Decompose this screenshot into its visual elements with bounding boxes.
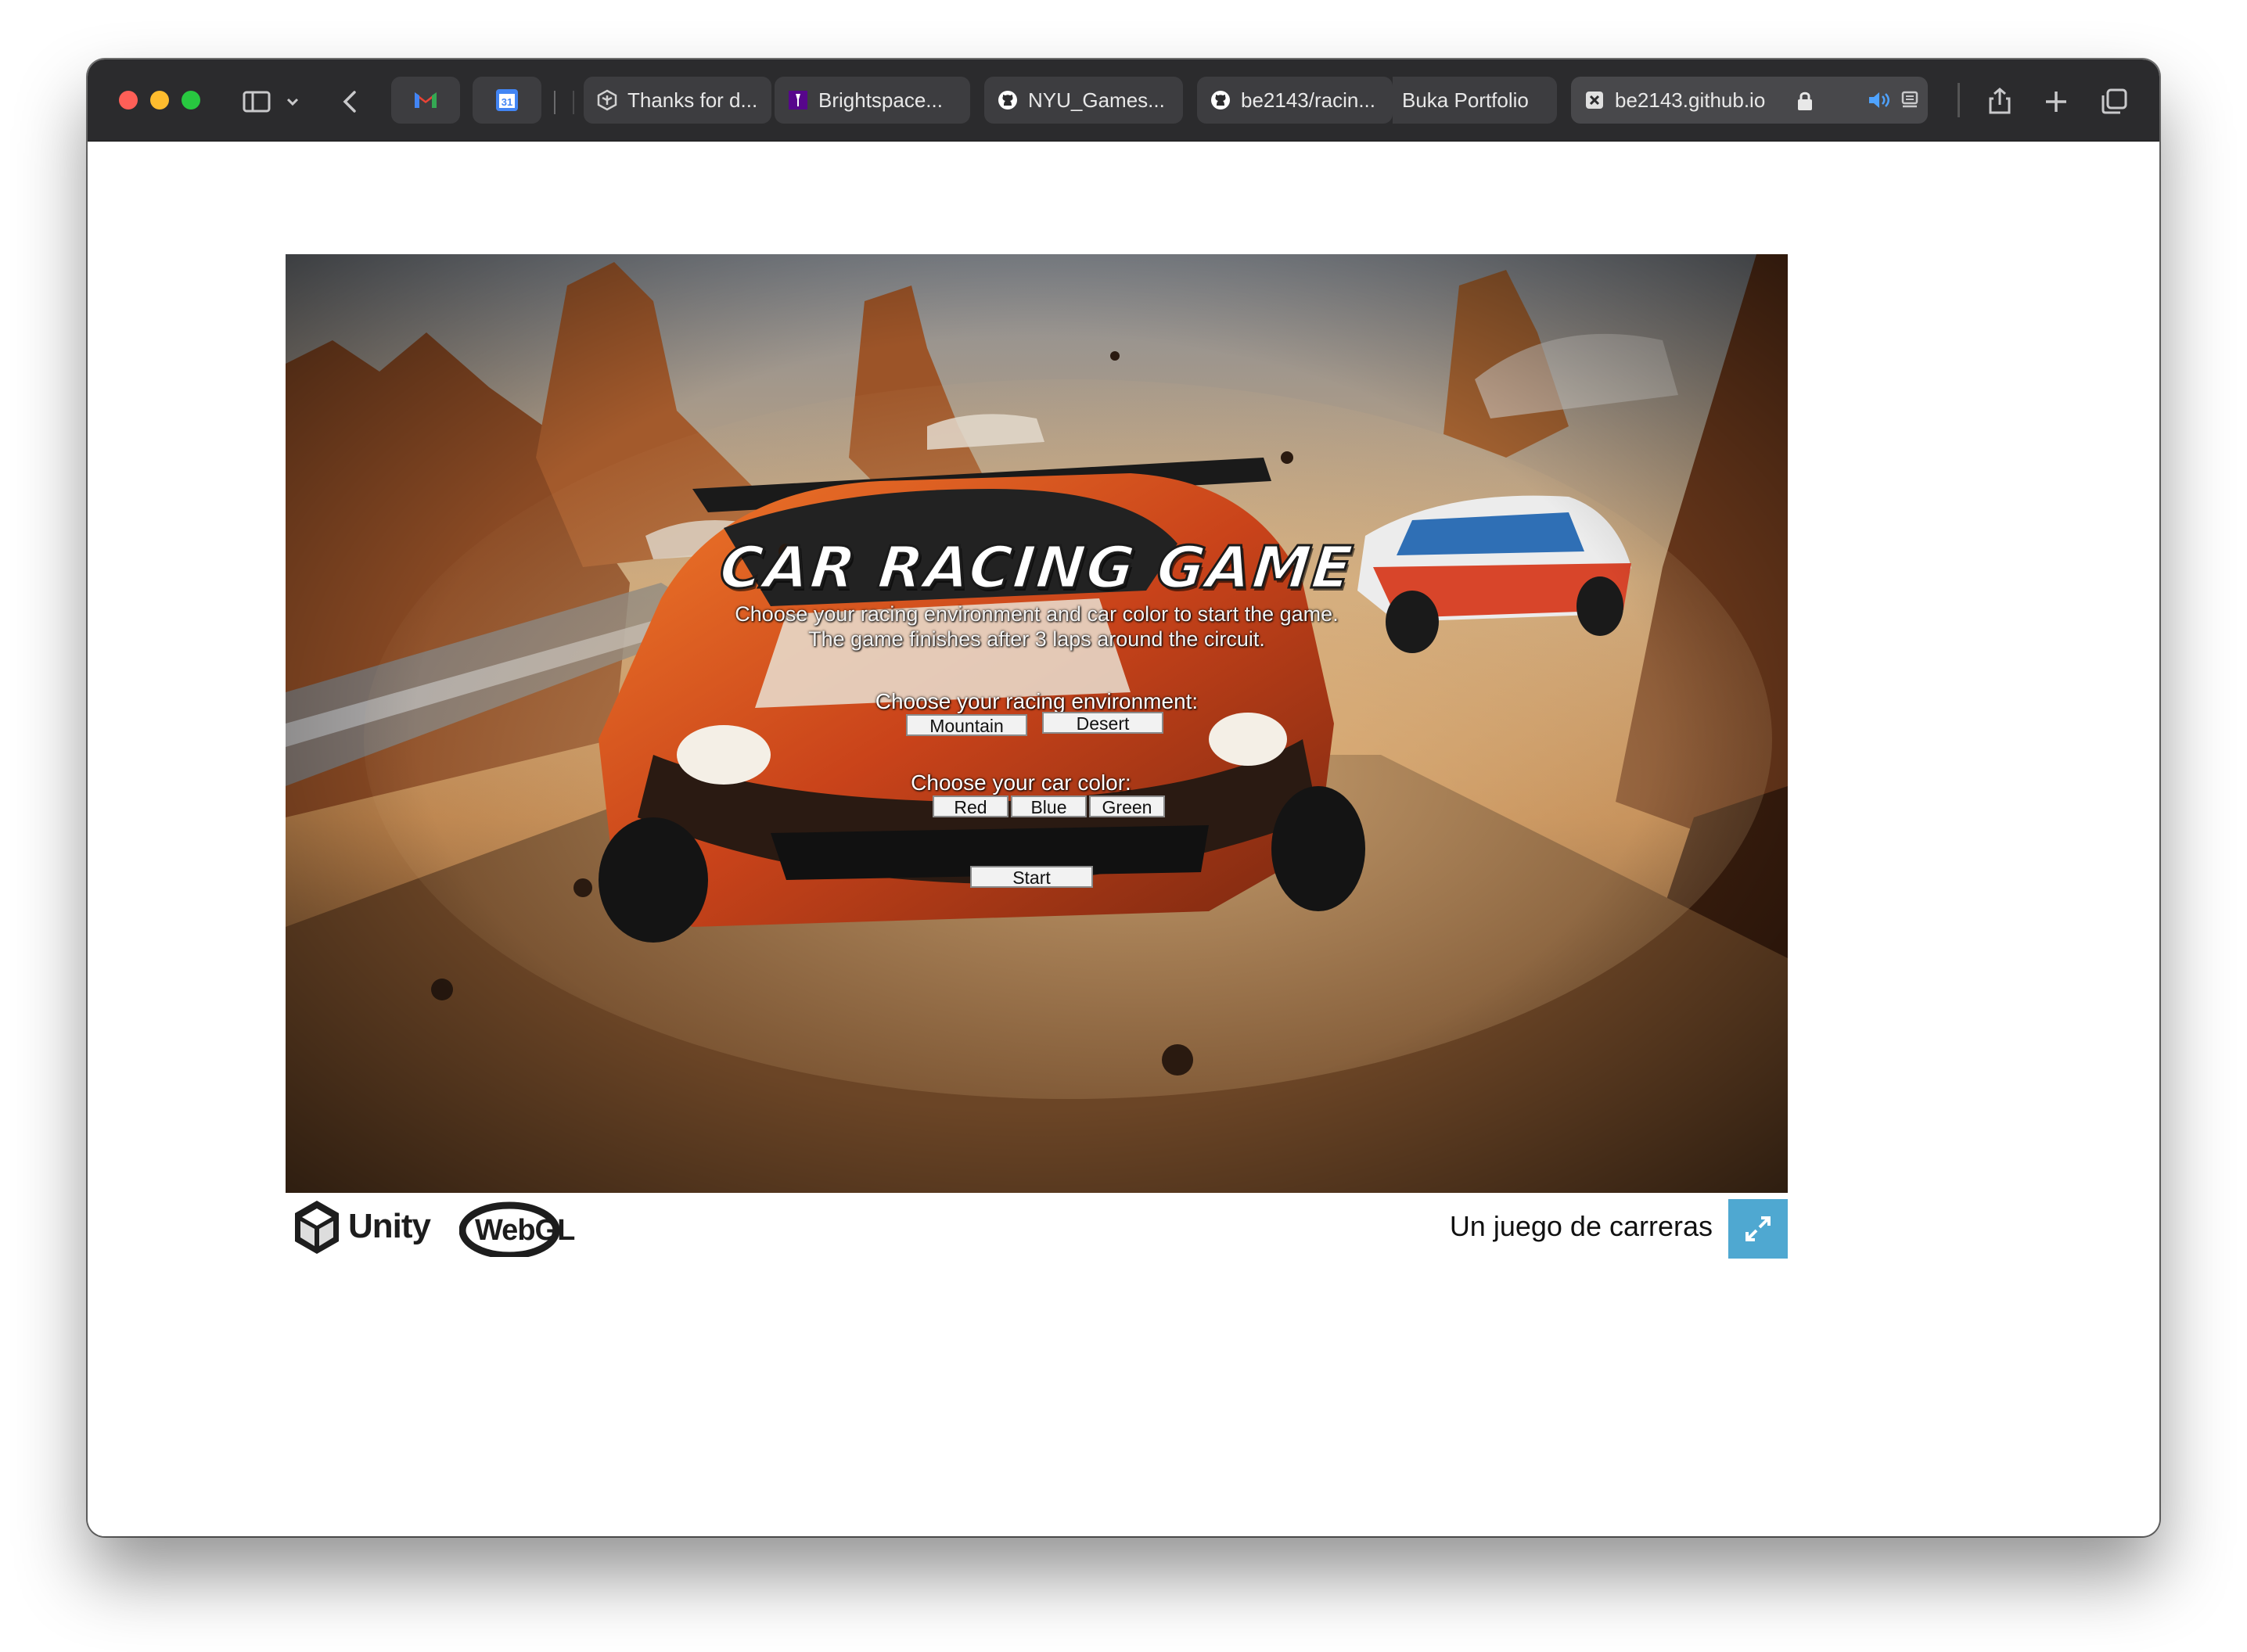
- toolbar-separator: [1958, 83, 1960, 117]
- start-button[interactable]: Start: [970, 866, 1093, 888]
- svg-text:31: 31: [502, 96, 512, 108]
- webgl-logo-icon: WebGL: [459, 1201, 576, 1257]
- red-color-button[interactable]: Red: [933, 795, 1008, 817]
- minimize-window-button[interactable]: [150, 91, 169, 110]
- game-title: CAR RACING GAME: [716, 533, 1358, 603]
- color-label: Choose your car color:: [911, 770, 1131, 795]
- tab-be2143-github-io[interactable]: be2143.github.io: [1571, 77, 1928, 124]
- github-icon: [998, 91, 1017, 110]
- fullscreen-button[interactable]: [1728, 1199, 1788, 1259]
- unity-icon: [597, 89, 617, 111]
- unity-logo-icon: [295, 1201, 339, 1254]
- sidebar-toggle-icon[interactable]: [241, 86, 272, 117]
- close-window-button[interactable]: [119, 91, 138, 110]
- tab-label: Buka Portfolio: [1402, 88, 1529, 112]
- gmail-icon: [415, 92, 437, 108]
- calendar-icon: 31: [496, 89, 518, 111]
- blue-color-button[interactable]: Blue: [1011, 795, 1087, 817]
- tab-label: Brightspace...: [818, 88, 943, 112]
- github-icon: [1211, 91, 1230, 110]
- tab-nyu-games[interactable]: NYU_Games...: [984, 77, 1183, 124]
- unity-game-canvas[interactable]: CAR RACING GAME Choose your racing envir…: [286, 254, 1788, 1193]
- pinned-tab-calendar[interactable]: 31: [473, 77, 541, 124]
- tab-label: be2143/racin...: [1241, 88, 1376, 112]
- main-menu: CAR RACING GAME Choose your racing envir…: [286, 254, 1788, 1193]
- expand-icon: [1745, 1216, 1771, 1241]
- tab-brightspace[interactable]: Brightspace...: [775, 77, 970, 124]
- tab-label: NYU_Games...: [1028, 88, 1165, 112]
- unity-wordmark: Unity: [348, 1207, 431, 1245]
- webpage-icon: [1586, 92, 1603, 109]
- tab-separator: [573, 91, 574, 114]
- new-tab-plus-icon[interactable]: [2040, 86, 2072, 117]
- unity-footer: Unity WebGL Un juego de carreras: [286, 1193, 1788, 1263]
- tab-be2143-repo[interactable]: be2143/racin...: [1197, 77, 1393, 124]
- webgl-wordmark: WebGL: [475, 1214, 575, 1247]
- game-name: Un juego de carreras: [1449, 1210, 1713, 1242]
- game-description: Choose your racing environment and car c…: [735, 602, 1339, 651]
- tab-separator: [554, 91, 555, 114]
- lock-icon: [1798, 92, 1812, 110]
- tab-thanks[interactable]: Thanks for d...: [584, 77, 771, 124]
- back-arrow-icon[interactable]: [335, 86, 366, 117]
- green-color-button[interactable]: Green: [1089, 795, 1165, 817]
- tab-buka-portfolio[interactable]: Buka Portfolio: [1393, 77, 1557, 124]
- zoom-window-button[interactable]: [182, 91, 200, 110]
- tab-label: Thanks for d...: [627, 88, 758, 112]
- chevron-down-icon[interactable]: [283, 86, 302, 117]
- desert-button[interactable]: Desert: [1042, 712, 1163, 734]
- pinned-tab-gmail[interactable]: [391, 77, 460, 124]
- browser-toolbar: 31 Thanks for d... Brightspace... NYU_Ga…: [88, 59, 2159, 142]
- mountain-button[interactable]: Mountain: [906, 714, 1027, 736]
- speaker-icon[interactable]: [1867, 89, 1892, 111]
- nyu-torch-icon: [789, 91, 807, 110]
- tab-label: be2143.github.io: [1615, 88, 1766, 112]
- tab-overview-icon[interactable]: [2098, 86, 2130, 117]
- environment-label: Choose your racing environment:: [875, 689, 1199, 713]
- reader-icon[interactable]: [1900, 89, 1922, 111]
- share-icon[interactable]: [1984, 86, 2015, 117]
